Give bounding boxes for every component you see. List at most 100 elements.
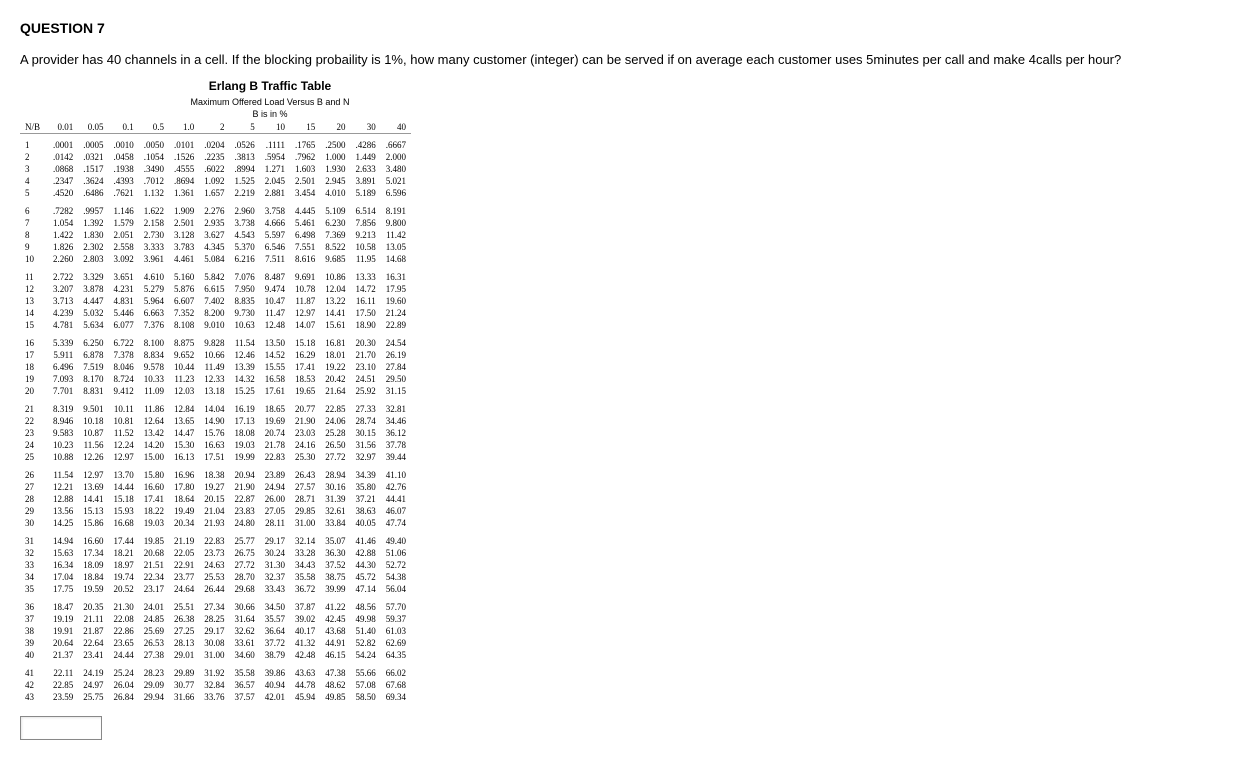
value-cell: 16.31	[381, 272, 411, 284]
value-cell: 30.77	[169, 680, 199, 692]
n-cell: 22	[20, 416, 48, 428]
value-cell: 19.59	[78, 584, 108, 596]
value-cell: 2.722	[48, 272, 78, 284]
value-cell: 13.56	[48, 506, 78, 518]
row-group: 3114.9416.6017.4419.8521.1922.8325.7729.…	[20, 530, 411, 596]
table-row: 2712.2113.6914.4416.6017.8019.2721.9024.…	[20, 482, 411, 494]
value-cell: 49.98	[351, 614, 381, 626]
table-row: 2.0142.0321.0458.1054.1526.2235.3813.595…	[20, 152, 411, 164]
n-cell: 5	[20, 188, 48, 200]
value-cell: .6667	[381, 140, 411, 152]
value-cell: 2.960	[230, 206, 260, 218]
n-cell: 2	[20, 152, 48, 164]
value-cell: 28.23	[139, 668, 169, 680]
value-cell: 15.00	[139, 452, 169, 464]
value-cell: 29.85	[290, 506, 320, 518]
n-cell: 42	[20, 680, 48, 692]
value-cell: 16.60	[139, 482, 169, 494]
answer-input[interactable]	[20, 716, 102, 740]
value-cell: 11.87	[290, 296, 320, 308]
value-cell: 15.30	[169, 440, 199, 452]
value-cell: 8.200	[199, 308, 229, 320]
value-cell: 16.29	[290, 350, 320, 362]
value-cell: 22.87	[230, 494, 260, 506]
value-cell: 20.74	[260, 428, 290, 440]
value-cell: 4.445	[290, 206, 320, 218]
value-cell: 1.422	[48, 230, 78, 242]
value-cell: 42.01	[260, 692, 290, 704]
table-row: 3014.2515.8616.6819.0320.3421.9324.8028.…	[20, 518, 411, 530]
value-cell: 14.68	[381, 254, 411, 266]
value-cell: 14.47	[169, 428, 199, 440]
table-row: 175.9116.8787.3788.8349.65210.6612.4614.…	[20, 350, 411, 362]
value-cell: .1054	[139, 152, 169, 164]
value-cell: 2.633	[351, 164, 381, 176]
value-cell: 19.65	[290, 386, 320, 398]
value-cell: 36.12	[381, 428, 411, 440]
nb-header: N/B	[20, 121, 48, 134]
value-cell: 6.250	[78, 338, 108, 350]
value-cell: 16.96	[169, 470, 199, 482]
value-cell: 7.856	[351, 218, 381, 230]
value-cell: 13.42	[139, 428, 169, 440]
value-cell: 10.81	[109, 416, 139, 428]
value-cell: 18.47	[48, 602, 78, 614]
value-cell: 31.66	[169, 692, 199, 704]
n-cell: 6	[20, 206, 48, 218]
n-cell: 20	[20, 386, 48, 398]
value-cell: 69.34	[381, 692, 411, 704]
value-cell: 2.501	[169, 218, 199, 230]
value-cell: 20.42	[320, 374, 350, 386]
value-cell: 21.19	[169, 536, 199, 548]
n-cell: 37	[20, 614, 48, 626]
col-header: 0.05	[78, 121, 108, 134]
value-cell: 45.94	[290, 692, 320, 704]
value-cell: 6.722	[109, 338, 139, 350]
table-row: 3618.4720.3521.3024.0125.5127.3430.6634.…	[20, 602, 411, 614]
value-cell: 7.511	[260, 254, 290, 266]
value-cell: 11.54	[230, 338, 260, 350]
value-cell: 12.26	[78, 452, 108, 464]
table-row: 133.7134.4474.8315.9646.6077.4028.83510.…	[20, 296, 411, 308]
value-cell: 8.319	[48, 404, 78, 416]
value-cell: 13.33	[351, 272, 381, 284]
erlang-table: N/B 0.010.050.10.51.0251015203040 1.0001…	[20, 121, 411, 704]
value-cell: 11.56	[78, 440, 108, 452]
table-row: 2611.5412.9713.7015.8016.9618.3820.9423.…	[20, 470, 411, 482]
value-cell: 2.302	[78, 242, 108, 254]
value-cell: 24.44	[109, 650, 139, 662]
value-cell: 40.17	[290, 626, 320, 638]
value-cell: .7621	[109, 188, 139, 200]
value-cell: 16.58	[260, 374, 290, 386]
value-cell: 47.14	[351, 584, 381, 596]
value-cell: 3.758	[260, 206, 290, 218]
value-cell: 9.652	[169, 350, 199, 362]
value-cell: 25.69	[139, 626, 169, 638]
value-cell: 24.01	[139, 602, 169, 614]
value-cell: 8.835	[230, 296, 260, 308]
value-cell: 5.109	[320, 206, 350, 218]
value-cell: 15.18	[109, 494, 139, 506]
value-cell: 24.54	[381, 338, 411, 350]
value-cell: 19.60	[381, 296, 411, 308]
value-cell: .6486	[78, 188, 108, 200]
value-cell: 21.87	[78, 626, 108, 638]
value-cell: 7.376	[139, 320, 169, 332]
value-cell: 4.345	[199, 242, 229, 254]
value-cell: 21.70	[351, 350, 381, 362]
value-cell: 33.61	[230, 638, 260, 650]
value-cell: 8.831	[78, 386, 108, 398]
value-cell: 20.77	[290, 404, 320, 416]
table-row: 239.58310.8711.5213.4214.4715.7618.0820.…	[20, 428, 411, 440]
value-cell: 1.579	[109, 218, 139, 230]
value-cell: 1.909	[169, 206, 199, 218]
value-cell: 26.19	[381, 350, 411, 362]
value-cell: 35.58	[290, 572, 320, 584]
value-cell: 28.11	[260, 518, 290, 530]
n-cell: 15	[20, 320, 48, 332]
question-label: QUESTION 7	[20, 20, 1239, 36]
table-row: 2510.8812.2612.9715.0016.1317.5119.9922.…	[20, 452, 411, 464]
value-cell: 28.25	[199, 614, 229, 626]
value-cell: 26.38	[169, 614, 199, 626]
n-cell: 7	[20, 218, 48, 230]
